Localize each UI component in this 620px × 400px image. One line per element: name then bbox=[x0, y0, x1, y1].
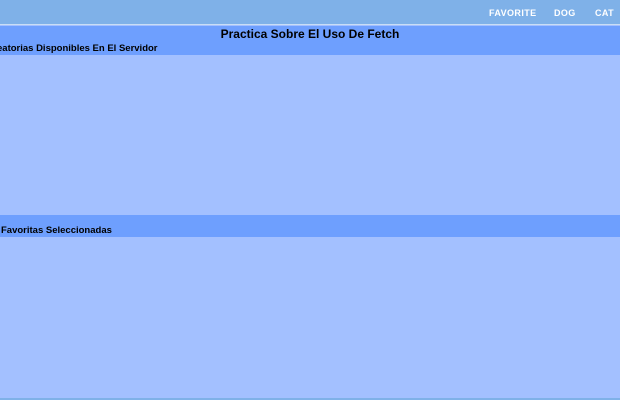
available-categories-heading: eatorias Disponibles En El Servidor bbox=[0, 43, 158, 54]
nav-link-favorite[interactable]: FAVORITE bbox=[489, 8, 537, 18]
favorites-panel bbox=[0, 237, 620, 398]
available-categories-panel bbox=[0, 55, 620, 215]
title-header-band: Practica Sobre El Uso De Fetch eatorias … bbox=[0, 26, 620, 55]
nav-link-cat[interactable]: CAT bbox=[595, 8, 614, 18]
favorites-heading: Favoritas Seleccionadas bbox=[1, 225, 112, 236]
page-title: Practica Sobre El Uso De Fetch bbox=[220, 27, 400, 41]
favorites-header-band: Favoritas Seleccionadas bbox=[0, 215, 620, 237]
nav-link-dog[interactable]: DOG bbox=[554, 8, 576, 18]
top-navigation-bar: FAVORITE DOG CAT bbox=[0, 0, 620, 25]
